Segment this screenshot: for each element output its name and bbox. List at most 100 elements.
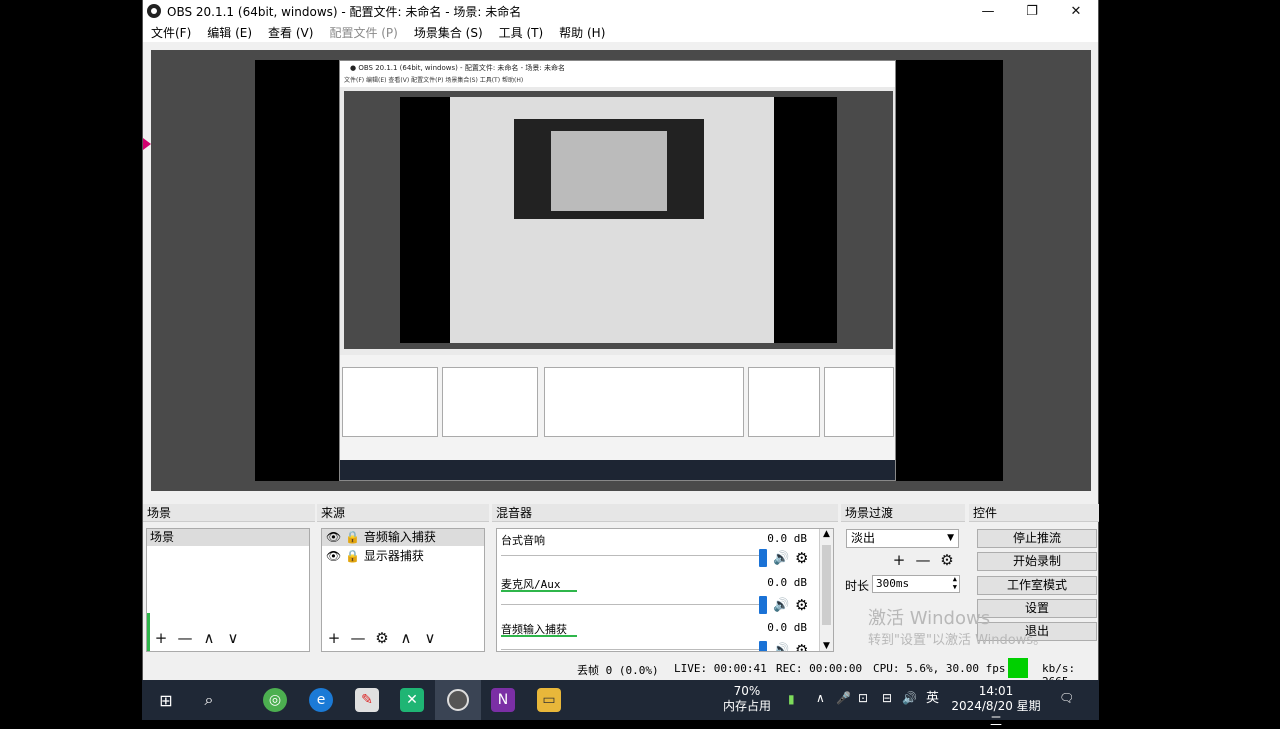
title-bar[interactable]: OBS 20.1.1 (64bit, windows) - 配置文件: 未命名 … [143, 0, 1098, 22]
battery-icon[interactable]: ▮ [788, 692, 795, 707]
transition-select[interactable]: 淡出 ▼ [846, 529, 959, 548]
gear-icon[interactable]: ⚙ [795, 549, 808, 567]
visibility-eye-icon[interactable]: 👁 [326, 530, 341, 544]
volume-icon[interactable]: 🔊 [902, 691, 917, 706]
menu-scene-collection[interactable]: 场景集合 (S) [406, 24, 491, 41]
volume-slider[interactable] [501, 555, 763, 556]
remove-source-icon[interactable]: — [348, 629, 368, 647]
volume-knob[interactable] [759, 549, 767, 567]
nested-title: ● OBS 20.1.1 (64bit, windows) - 配置文件: 未命… [340, 61, 895, 75]
cpu-fps: CPU: 5.6%, 30.00 fps [873, 662, 1006, 675]
studio-mode-button[interactable]: 工作室模式 [977, 576, 1097, 595]
scroll-up-icon[interactable]: ▲ [820, 529, 833, 539]
status-bar: 丢帧 0 (0.0%) LIVE: 00:00:41 REC: 00:00:00… [143, 656, 1098, 688]
nested-panels [340, 355, 895, 465]
search-icon[interactable]: ⌕ [197, 688, 221, 712]
add-scene-icon[interactable]: + [151, 629, 171, 647]
scene-item[interactable]: 场景 [147, 529, 309, 546]
gear-icon[interactable]: ⚙ [795, 596, 808, 614]
transition-value: 淡出 [851, 531, 876, 545]
remove-scene-icon[interactable]: — [175, 629, 195, 647]
move-up-icon[interactable]: ∧ [396, 629, 416, 647]
gear-icon[interactable]: ⚙ [795, 641, 808, 651]
maximize-button[interactable]: ❐ [1010, 0, 1054, 22]
close-button[interactable]: ✕ [1054, 0, 1098, 22]
clock[interactable]: 14:01 2024/8/20 星期二 [948, 684, 1044, 729]
notification-icon[interactable]: 🗨 [1059, 691, 1074, 706]
duration-value: 300ms [876, 577, 910, 590]
mixer-header: 混音器 [492, 504, 838, 522]
obs-taskbar-icon[interactable] [435, 680, 481, 720]
scenes-header: 场景 [143, 504, 315, 522]
chevron-down-icon: ▼ [947, 533, 954, 543]
clock-date: 2024/8/20 星期二 [951, 699, 1041, 728]
menu-view[interactable]: 查看 (V) [260, 24, 321, 41]
minimize-button[interactable]: — [966, 0, 1010, 22]
network-icon[interactable]: ⊟ [882, 691, 892, 706]
volume-knob[interactable] [759, 641, 767, 651]
microphone-icon[interactable]: 🎤 [836, 691, 851, 706]
chevron-up-icon[interactable]: ∧ [816, 691, 825, 706]
app-green-icon[interactable]: ◎ [263, 688, 287, 712]
menu-edit[interactable]: 编辑 (E) [199, 24, 260, 41]
pen-app-icon[interactable]: ✎ [355, 688, 379, 712]
stop-stream-button[interactable]: 停止推流 [977, 529, 1097, 548]
lock-icon[interactable]: 🔒 [345, 530, 360, 544]
source-label: 音频输入捕获 [363, 530, 436, 544]
move-up-icon[interactable]: ∧ [199, 629, 219, 647]
ime-indicator[interactable]: 英 [926, 691, 939, 706]
xmind-icon[interactable]: ✕ [400, 688, 424, 712]
volume-slider[interactable] [501, 649, 763, 650]
activate-windows-title: 激活 Windows [868, 608, 991, 629]
scroll-down-icon[interactable]: ▼ [820, 641, 833, 651]
remove-transition-icon[interactable]: — [913, 551, 933, 569]
add-source-icon[interactable]: + [324, 629, 344, 647]
stream-health-indicator [1008, 658, 1028, 678]
menu-help[interactable]: 帮助 (H) [551, 24, 613, 41]
speaker-icon[interactable]: 🔊 [773, 551, 789, 566]
nested-menu: 文件(F) 编辑(E) 查看(V) 配置文件(P) 场景集合(S) 工具(T) … [340, 75, 895, 87]
settings-button[interactable]: 设置 [977, 599, 1097, 618]
visibility-eye-icon[interactable]: 👁 [326, 549, 341, 563]
speaker-icon[interactable]: 🔊 [773, 643, 789, 651]
file-explorer-icon[interactable]: ▭ [537, 688, 561, 712]
channel-db: 0.0 dB [767, 621, 807, 634]
source-item[interactable]: 👁 🔒 显示器捕获 [322, 548, 484, 565]
mixer-channel: 麦克风/Aux 0.0 dB 🔊 ⚙ [497, 574, 817, 618]
level-meter [501, 590, 577, 592]
volume-slider[interactable] [501, 604, 763, 605]
lock-icon[interactable]: 🔒 [345, 549, 360, 563]
camera-icon[interactable]: ⊡ [858, 691, 868, 706]
window-title: OBS 20.1.1 (64bit, windows) - 配置文件: 未命名 … [167, 4, 522, 19]
source-item[interactable]: 👁 🔒 音频输入捕获 [322, 529, 484, 546]
onenote-icon[interactable]: N [491, 688, 515, 712]
activate-windows-subtitle: 转到"设置"以激活 Windows。 [868, 633, 1047, 648]
stepper-arrows-icon[interactable]: ▲ ▼ [953, 575, 957, 591]
start-windows-icon[interactable]: ⊞ [154, 688, 178, 712]
start-recording-button[interactable]: 开始录制 [977, 552, 1097, 571]
source-settings-icon[interactable]: ⚙ [372, 629, 392, 647]
controls-header: 控件 [969, 504, 1099, 522]
preview-canvas[interactable]: ● OBS 20.1.1 (64bit, windows) - 配置文件: 未命… [255, 60, 1003, 481]
menu-tools[interactable]: 工具 (T) [491, 24, 552, 41]
mixer-scrollbar[interactable]: ▲ ▼ [819, 529, 833, 651]
move-down-icon[interactable]: ∨ [420, 629, 440, 647]
add-transition-icon[interactable]: + [889, 551, 909, 569]
duration-stepper[interactable]: 300ms ▲ ▼ [872, 575, 960, 593]
obs-logo-icon [147, 4, 161, 18]
mixer-panel: 台式音响 0.0 dB 🔊 ⚙ 麦克风/Aux 0.0 dB 🔊 ⚙ 音频输入捕… [496, 528, 834, 652]
duration-label: 时长 [845, 579, 870, 593]
menu-file[interactable]: 文件(F) [143, 24, 199, 41]
edge-browser-icon[interactable]: e [309, 688, 333, 712]
move-down-icon[interactable]: ∨ [223, 629, 243, 647]
memory-widget[interactable]: 70% 内存占用 [720, 684, 774, 714]
volume-knob[interactable] [759, 596, 767, 614]
mixer-channel: 音频输入捕获 0.0 dB 🔊 ⚙ [497, 619, 817, 651]
speaker-icon[interactable]: 🔊 [773, 598, 789, 613]
transition-settings-icon[interactable]: ⚙ [937, 551, 957, 569]
menu-profile[interactable]: 配置文件 (P) [321, 24, 405, 41]
preview-area[interactable]: ● OBS 20.1.1 (64bit, windows) - 配置文件: 未命… [151, 50, 1091, 491]
memory-label: 内存占用 [722, 699, 771, 713]
nested-preview [344, 91, 893, 349]
level-meter [501, 635, 577, 637]
